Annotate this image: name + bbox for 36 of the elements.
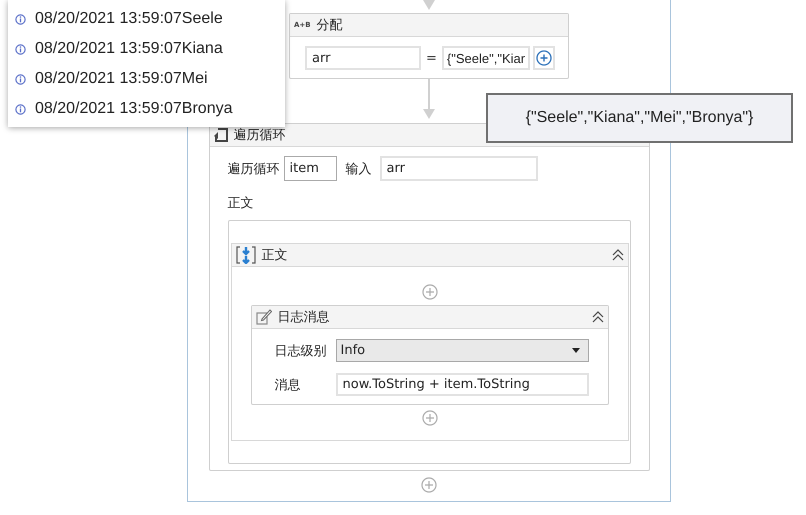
field-label: 日志级别 [274,342,328,360]
field-label: 消息 [274,376,302,394]
info-icon [15,44,26,54]
arrow-icon [423,0,435,10]
log-entry: 08/20/2021 13:59:07Mei [35,70,208,88]
info-icon [15,74,26,84]
activity-title: 遍历循环 [234,127,286,144]
collapse-button[interactable] [592,311,604,323]
input-field[interactable]: item [284,156,336,181]
edit-icon [256,309,272,325]
dropdown-caret-icon [572,348,580,353]
field-label: 遍历循环 [228,160,280,178]
log-entry: 08/20/2021 13:59:07Kiana [35,40,223,58]
sequence-activity[interactable]: 正文 日志消息 日志级别 Info 消息 now.ToString + item.ToString [230,243,628,441]
info-icon [15,14,26,24]
sequence-icon [236,246,256,264]
section-label: 正文 [228,195,254,212]
input-field[interactable]: now.ToString + item.ToString [336,373,588,396]
loop-icon [214,128,228,142]
tooltip: {"Seele","Kiana","Mei","Bronya"} [486,93,793,143]
log-message-activity[interactable]: 日志消息 日志级别 Info 消息 now.ToString + item.ToString [250,305,608,405]
input-field[interactable]: arr [380,156,538,181]
field-label: 输入 [346,160,372,178]
info-icon [15,104,26,114]
input-field[interactable]: {"Seele","Kiar [442,46,530,70]
equals-sign: = [425,50,438,66]
collapse-button[interactable] [612,249,624,261]
add-button[interactable] [533,46,556,70]
log-entry: 08/20/2021 13:59:07Seele [35,10,223,28]
activity-title: 日志消息 [278,309,330,326]
connector-arrow [423,79,435,121]
activity-title: 分配 [316,17,343,34]
activity-title: 正文 [262,247,288,264]
log-entry: 08/20/2021 13:59:07Bronya [35,100,232,118]
input-field[interactable]: arr [305,46,421,70]
level-dropdown[interactable]: Info [336,339,588,362]
